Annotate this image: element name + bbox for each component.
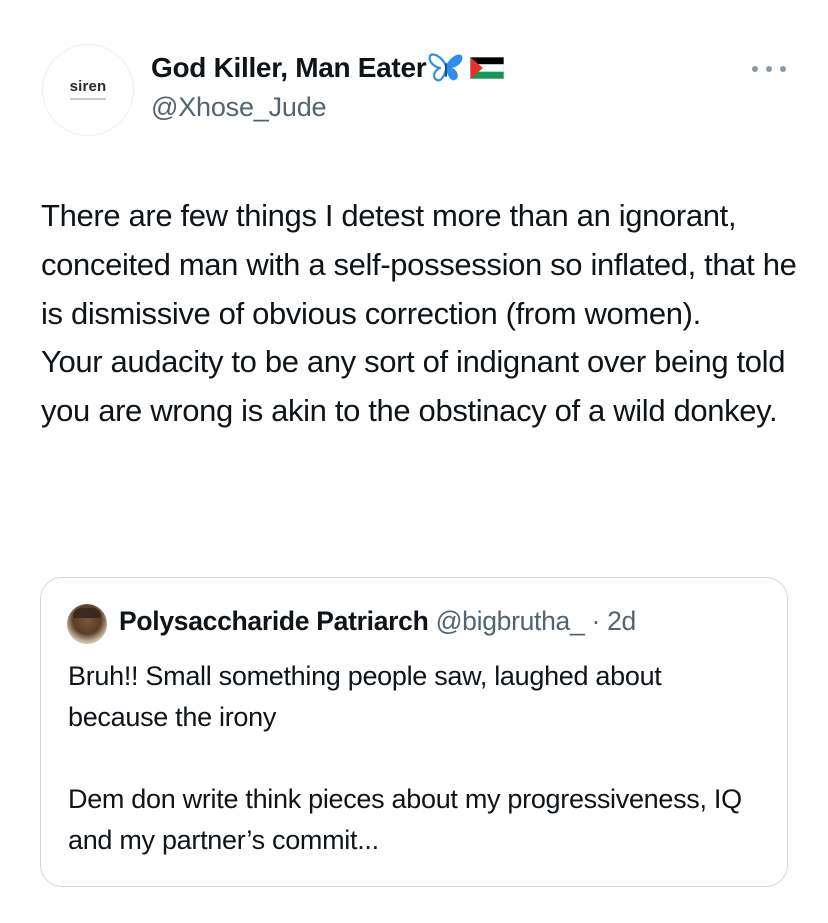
quoted-handle[interactable]: @bigbrutha_ <box>436 606 585 636</box>
quoted-tweet-card[interactable]: Polysaccharide Patriarch @bigbrutha_ · 2… <box>40 577 788 887</box>
butterfly-icon <box>428 53 463 82</box>
avatar-tagline <box>70 98 106 100</box>
author-display-name[interactable]: God Killer, Man Eater <box>151 52 427 84</box>
tweet-paragraph: Your audacity to be any sort of indignan… <box>41 344 786 429</box>
author-display-name-row[interactable]: God Killer, Man Eater <box>151 52 505 84</box>
avatar-logo-text: siren <box>69 78 107 95</box>
author-handle[interactable]: @Xhose_Jude <box>151 92 327 123</box>
more-horizontal-icon[interactable] <box>752 56 786 82</box>
quoted-paragraph: Bruh!! Small something people saw, laugh… <box>68 661 662 732</box>
palestine-flag-icon <box>470 57 505 79</box>
avatar-hat <box>73 608 101 618</box>
more-dot <box>752 66 758 72</box>
quoted-author-avatar[interactable] <box>67 604 107 644</box>
more-dot <box>766 66 772 72</box>
author-avatar[interactable]: siren <box>42 44 134 136</box>
quoted-paragraph: Dem don write think pieces about my prog… <box>68 784 742 855</box>
more-dot <box>780 66 786 72</box>
quoted-timestamp[interactable]: · 2d <box>592 606 637 636</box>
tweet: siren God Killer, Man Eater @Xhose_Jude … <box>0 0 828 923</box>
quoted-text: Bruh!! Small something people saw, laugh… <box>68 656 768 861</box>
tweet-paragraph: There are few things I detest more than … <box>41 198 797 331</box>
tweet-text: There are few things I detest more than … <box>41 192 801 436</box>
quoted-display-name[interactable]: Polysaccharide Patriarch <box>119 606 429 636</box>
quoted-header: Polysaccharide Patriarch @bigbrutha_ · 2… <box>119 606 636 637</box>
